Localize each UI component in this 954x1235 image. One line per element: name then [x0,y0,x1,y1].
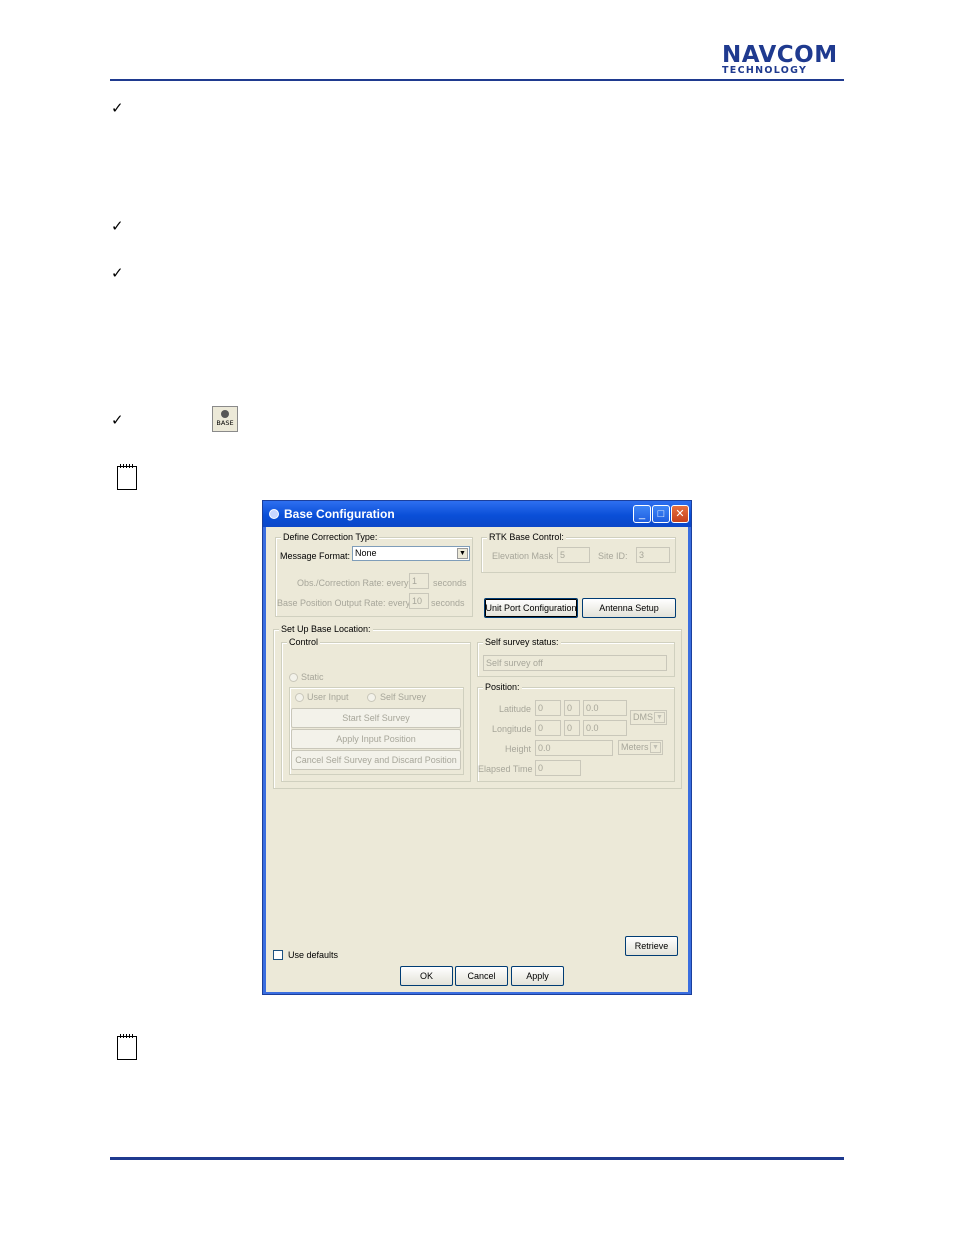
position-group: Position: Latitude 0 0 0.0 DMS ▼ Longitu… [477,681,675,782]
close-button[interactable]: ✕ [671,505,689,523]
antenna-setup-button[interactable]: Antenna Setup [582,598,676,618]
antenna-dish-icon [221,410,229,418]
self-survey-status-field: Self survey off [483,655,667,671]
mode-subgroup: User Input Self Survey Start Self Survey… [289,687,464,775]
obs-rate-unit: seconds [433,578,467,588]
cancel-button[interactable]: Cancel [455,966,508,986]
logo-main-text: NAVCOM [722,42,838,68]
app-icon [269,509,279,519]
check-icon: ✓ [111,217,124,235]
dialog-client-area: Define Correction Type: Message Format: … [266,527,688,992]
user-input-label: User Input [307,692,349,702]
check-icon: ✓ [111,411,124,429]
rtk-base-control-group: RTK Base Control: Elevation Mask 5 Site … [481,531,676,573]
self-survey-label: Self Survey [380,692,427,702]
dialog-title: Base Configuration [284,507,395,521]
elapsed-time-field: 0 [535,760,581,776]
height-input[interactable]: 0.0 [535,740,613,756]
base-rate-unit: seconds [431,598,465,608]
check-icon: ✓ [111,99,124,117]
site-id-label: Site ID: [598,551,628,561]
control-legend: Control [287,636,321,648]
minimize-button[interactable]: _ [633,505,651,523]
height-label: Height [505,744,532,754]
message-format-label: Message Format: [280,551,351,561]
apply-button[interactable]: Apply [511,966,564,986]
elapsed-time-label: Elapsed Time [478,764,533,774]
dialog-titlebar[interactable]: Base Configuration _ □ ✕ [263,501,691,527]
site-id-input[interactable]: 3 [636,547,670,563]
ok-button[interactable]: OK [400,966,453,986]
control-group: Control Static User Input Self Survey St… [281,636,471,782]
base-rate-label: Base Position Output Rate: every [277,598,411,608]
obs-rate-input[interactable]: 1 [409,573,429,589]
retrieve-button[interactable]: Retrieve [625,936,678,956]
footer-rule [110,1157,844,1160]
angle-format-select[interactable]: DMS ▼ [630,710,667,725]
obs-rate-label: Obs./Correction Rate: every [297,578,409,588]
start-self-survey-button[interactable]: Start Self Survey [291,708,461,728]
base-icon-label: BASE [216,419,234,427]
latitude-min-input[interactable]: 0 [564,700,580,716]
maximize-button[interactable]: □ [652,505,670,523]
use-defaults-label: Use defaults [288,950,339,960]
apply-input-position-button[interactable]: Apply Input Position [291,729,461,749]
elevation-mask-label: Elevation Mask [492,551,554,561]
define-correction-group: Define Correction Type: Message Format: … [275,531,473,617]
longitude-sec-input[interactable]: 0.0 [583,720,627,736]
position-legend: Position: [483,681,522,693]
height-unit-value: Meters [621,742,649,752]
static-label: Static [301,672,324,682]
message-format-select[interactable]: None ▼ [352,546,470,561]
chevron-down-icon: ▼ [654,712,665,723]
static-radio[interactable] [289,673,298,682]
message-format-value: None [355,548,377,558]
latitude-label: Latitude [499,704,532,714]
chevron-down-icon: ▼ [457,548,468,559]
cancel-self-survey-button[interactable]: Cancel Self Survey and Discard Position [291,750,461,770]
base-configuration-dialog: Base Configuration _ □ ✕ Define Correcti… [262,500,692,995]
base-toolbar-icon: BASE [212,406,238,432]
setup-base-location-legend: Set Up Base Location: [279,623,373,635]
check-icon: ✓ [111,264,124,282]
define-correction-legend: Define Correction Type: [281,531,380,543]
self-survey-status-group: Self survey status: Self survey off [477,636,675,677]
navcom-logo: NAVCOM TECHNOLOGY [722,44,844,76]
angle-format-value: DMS [633,712,653,722]
longitude-deg-input[interactable]: 0 [535,720,561,736]
self-survey-radio[interactable] [367,693,376,702]
latitude-deg-input[interactable]: 0 [535,700,561,716]
height-unit-select[interactable]: Meters ▼ [618,740,663,755]
unit-port-configuration-button[interactable]: Unit Port Configuration [484,598,578,618]
longitude-label: Longitude [492,724,532,734]
chevron-down-icon: ▼ [650,742,661,753]
header-rule [110,79,844,81]
base-rate-input[interactable]: 10 [409,593,429,609]
setup-base-location-group: Set Up Base Location: Control Static Use… [273,623,682,789]
rtk-base-control-legend: RTK Base Control: [487,531,566,543]
self-survey-status-legend: Self survey status: [483,636,561,648]
notepad-icon [117,1034,137,1060]
notepad-icon [117,464,137,490]
longitude-min-input[interactable]: 0 [564,720,580,736]
user-input-radio[interactable] [295,693,304,702]
latitude-sec-input[interactable]: 0.0 [583,700,627,716]
elevation-mask-input[interactable]: 5 [557,547,590,563]
use-defaults-checkbox[interactable] [273,950,283,960]
